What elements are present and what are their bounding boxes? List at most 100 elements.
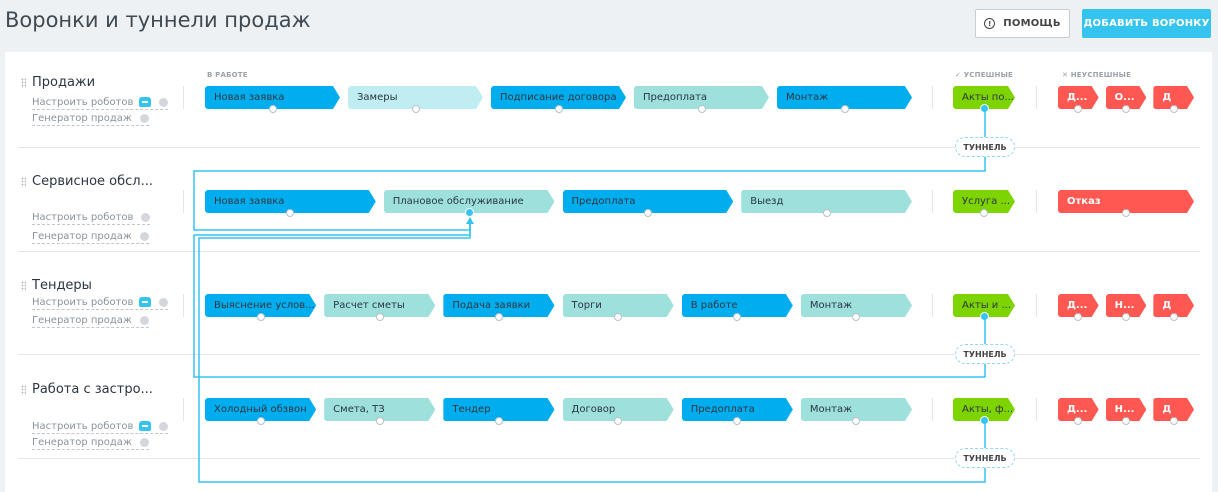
connector-dot[interactable]: [494, 313, 503, 321]
stages-stage[interactable]: Договор: [563, 398, 674, 425]
setup-robots-link[interactable]: Настроить роботов: [32, 421, 169, 434]
fail-stage[interactable]: Н...: [1106, 294, 1147, 321]
stages-stage[interactable]: Торги: [563, 294, 674, 321]
connector-dot[interactable]: [1122, 313, 1130, 321]
connector-dot[interactable]: [1074, 417, 1083, 425]
stages-stage[interactable]: Предоплата: [563, 190, 734, 217]
fail-stage[interactable]: Д: [1153, 398, 1194, 425]
fail-stage[interactable]: Отказ: [1058, 190, 1194, 217]
connector-dot[interactable]: [1169, 105, 1178, 113]
connector-dot[interactable]: [1169, 313, 1178, 321]
stages-stage[interactable]: Замеры: [348, 86, 483, 113]
connector-dot[interactable]: [256, 417, 265, 425]
stages-stage[interactable]: Тендер: [443, 398, 554, 425]
connector-dot[interactable]: [980, 416, 989, 425]
drag-handle[interactable]: [21, 281, 26, 291]
success-stage[interactable]: Акты по...: [953, 86, 1015, 113]
sales-generator-link[interactable]: Генератор продаж: [32, 231, 149, 244]
setup-robots-link[interactable]: Настроить роботов: [32, 212, 151, 225]
connector-dot[interactable]: [465, 208, 475, 217]
connector-dot[interactable]: [554, 105, 563, 113]
connector-dot[interactable]: [614, 417, 623, 425]
help-icon[interactable]: [139, 437, 149, 447]
funnel-name[interactable]: Продажи: [32, 75, 95, 90]
connector-dot[interactable]: [375, 313, 384, 321]
sales-generator-link[interactable]: Генератор продаж: [32, 113, 149, 126]
connector-dot[interactable]: [375, 417, 384, 425]
connector-dot[interactable]: [822, 209, 831, 217]
connector-dot[interactable]: [494, 417, 503, 425]
stages-stage[interactable]: Предоплата: [682, 398, 793, 425]
drag-handle[interactable]: [21, 177, 26, 187]
stages-stage[interactable]: Новая заявка: [205, 190, 376, 217]
connector-dot[interactable]: [1074, 105, 1083, 113]
funnel-name[interactable]: Тендеры: [32, 278, 92, 293]
stages-stage[interactable]: Выезд: [741, 190, 912, 217]
help-icon[interactable]: [139, 315, 149, 325]
connector-dot[interactable]: [1122, 209, 1130, 217]
funnel-name[interactable]: Сервисное обсл...: [32, 174, 153, 189]
stages-stage[interactable]: Подписание договора: [491, 86, 626, 113]
help-icon[interactable]: [141, 212, 151, 222]
connector-dot[interactable]: [1169, 417, 1178, 425]
fail-stage[interactable]: Д...: [1058, 294, 1099, 321]
connector-dot[interactable]: [286, 209, 295, 217]
connector-dot[interactable]: [614, 313, 623, 321]
tunnel-badge[interactable]: ТУННЕЛЬ: [955, 137, 1015, 157]
stages-stage[interactable]: Смета, ТЗ: [324, 398, 435, 425]
connector-dot[interactable]: [852, 313, 861, 321]
stages-stage[interactable]: Выяснение услов...: [205, 294, 316, 321]
tunnel-badge[interactable]: ТУННЕЛЬ: [955, 448, 1015, 468]
fail-stage[interactable]: Д: [1153, 294, 1194, 321]
connector-dot[interactable]: [852, 417, 861, 425]
stages-stage[interactable]: Расчет сметы: [324, 294, 435, 321]
connector-dot[interactable]: [980, 209, 988, 217]
stages-stage[interactable]: Монтаж: [801, 294, 912, 321]
drag-handle[interactable]: [21, 385, 26, 395]
connector-dot[interactable]: [1122, 105, 1130, 113]
connector-dot[interactable]: [980, 312, 989, 321]
fail-stage[interactable]: О...: [1106, 86, 1147, 113]
help-icon[interactable]: [159, 97, 169, 107]
add-funnel-button[interactable]: ДОБАВИТЬ ВОРОНКУ: [1082, 9, 1211, 38]
connector-dot[interactable]: [733, 417, 742, 425]
success-stage[interactable]: Услуга ...: [953, 190, 1015, 217]
stages-stage[interactable]: Монтаж: [801, 398, 912, 425]
connector-dot[interactable]: [980, 104, 989, 113]
connector-dot[interactable]: [411, 105, 420, 113]
help-icon[interactable]: [139, 113, 149, 123]
tunnel-badge[interactable]: ТУННЕЛЬ: [955, 344, 1015, 364]
help-icon[interactable]: [159, 297, 169, 307]
setup-robots-link[interactable]: Настроить роботов: [32, 297, 169, 310]
sales-generator-link[interactable]: Генератор продаж: [32, 315, 149, 328]
connector-dot[interactable]: [1074, 313, 1083, 321]
connector-dot[interactable]: [840, 105, 849, 113]
stages-stage[interactable]: Новая заявка: [205, 86, 340, 113]
stages-stage[interactable]: Холодный обзвон: [205, 398, 316, 425]
stages-stage[interactable]: Предоплата: [634, 86, 769, 113]
funnel-name[interactable]: Работа с застро...: [32, 382, 153, 397]
connector-dot[interactable]: [1122, 417, 1130, 425]
fail-stage[interactable]: Д...: [1058, 86, 1099, 113]
connector-dot[interactable]: [643, 209, 652, 217]
help-icon[interactable]: [139, 231, 149, 241]
stages-stage[interactable]: В работе: [682, 294, 793, 321]
connector-dot[interactable]: [256, 313, 265, 321]
stages-stage[interactable]: Подача заявки: [443, 294, 554, 321]
help-label: ПОМОЩЬ: [1003, 18, 1061, 29]
drag-handle[interactable]: [21, 78, 26, 88]
fail-stage[interactable]: Д...: [1058, 398, 1099, 425]
connector-dot[interactable]: [268, 105, 277, 113]
help-icon[interactable]: [159, 421, 169, 431]
sales-generator-link[interactable]: Генератор продаж: [32, 437, 149, 450]
connector-dot[interactable]: [697, 105, 706, 113]
success-stage[interactable]: Акты и ...: [953, 294, 1015, 321]
stages-stage[interactable]: Плановое обслуживание: [384, 190, 555, 217]
stages-stage[interactable]: Монтаж: [777, 86, 912, 113]
fail-stage[interactable]: Д: [1153, 86, 1194, 113]
success-stage[interactable]: Акты, ф...: [953, 398, 1015, 425]
connector-dot[interactable]: [733, 313, 742, 321]
help-button[interactable]: ! ПОМОЩЬ: [975, 9, 1070, 38]
setup-robots-link[interactable]: Настроить роботов: [32, 97, 169, 110]
fail-stage[interactable]: Н...: [1106, 398, 1147, 425]
